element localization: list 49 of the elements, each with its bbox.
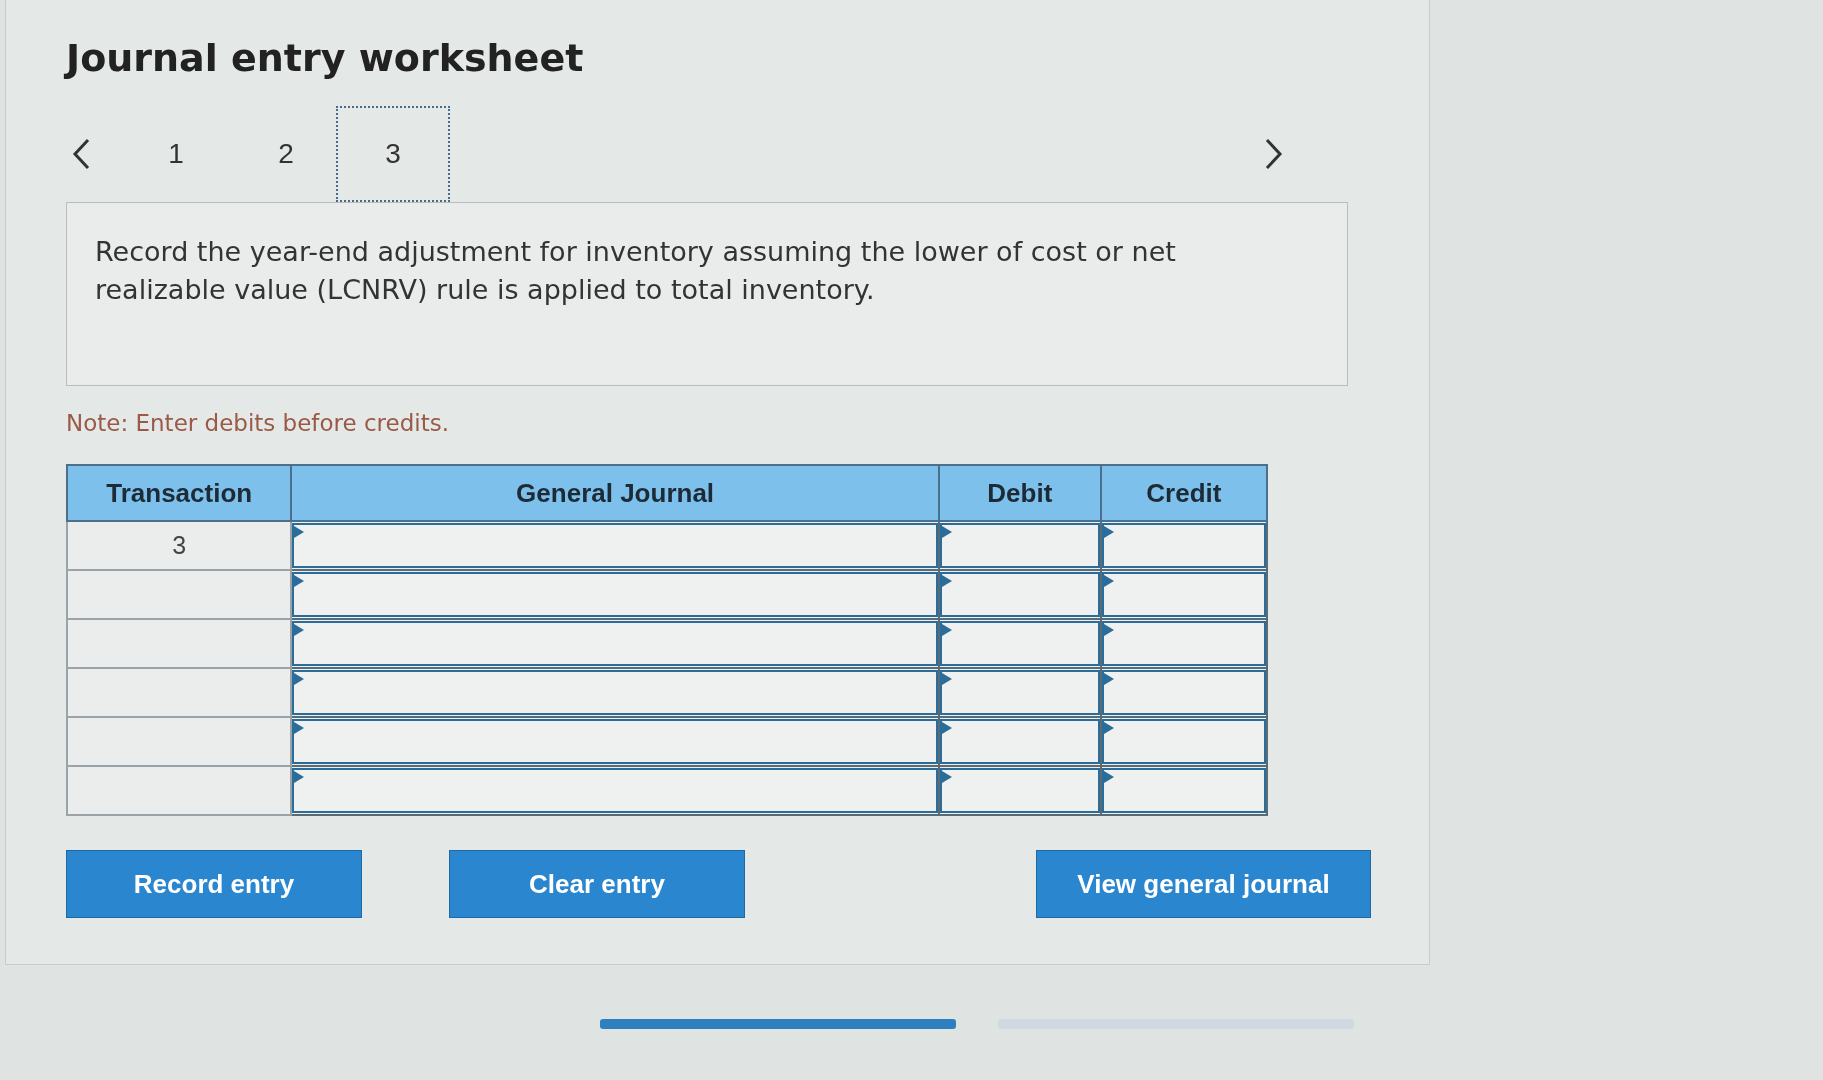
entry-field[interactable] <box>939 768 1100 813</box>
entry-field[interactable] <box>939 572 1100 617</box>
entry-field[interactable] <box>1101 572 1266 617</box>
cell-marker-icon <box>941 673 952 685</box>
entry-field[interactable] <box>939 621 1100 666</box>
note-text: Note: Enter debits before credits. <box>66 410 450 436</box>
step-tab[interactable]: 2 <box>256 106 316 202</box>
cell-marker-icon <box>294 526 305 538</box>
cell-marker-icon <box>294 771 305 783</box>
cell-marker-icon <box>941 722 952 734</box>
entry-field[interactable] <box>1101 523 1266 568</box>
step-tab[interactable]: 1 <box>146 106 206 202</box>
entry-field[interactable] <box>292 621 938 666</box>
cell-marker-icon <box>1103 673 1114 685</box>
entry-field[interactable] <box>1101 670 1266 715</box>
cell-marker-icon <box>294 624 305 636</box>
cell-marker-icon <box>941 526 952 538</box>
entry-field[interactable] <box>292 719 938 764</box>
entry-field[interactable] <box>292 523 938 568</box>
cell-marker-icon <box>1103 771 1114 783</box>
cell-marker-icon <box>1103 722 1114 734</box>
entry-field[interactable] <box>1101 768 1266 813</box>
column-header: Credit <box>1100 465 1267 521</box>
cell-marker-icon <box>941 575 952 587</box>
entry-field[interactable] <box>1101 719 1266 764</box>
action-button[interactable]: Record entry <box>66 850 362 918</box>
cell-marker-icon <box>941 771 952 783</box>
column-header: Debit <box>938 465 1101 521</box>
cell-marker-icon <box>1103 526 1114 538</box>
cell-marker-icon <box>1103 575 1114 587</box>
entry-field[interactable] <box>292 768 938 813</box>
entry-field[interactable] <box>939 719 1100 764</box>
column-header: Transaction <box>67 465 292 521</box>
transaction-cell: 3 <box>67 521 292 570</box>
cell-marker-icon <box>294 673 305 685</box>
entry-field[interactable] <box>292 670 938 715</box>
action-button[interactable]: View general journal <box>1036 850 1371 918</box>
question-text: Record the year-end adjustment for inventory assuming the lower of cost or net realizable value (LCNRV) rule is applied to total inventory. <box>95 235 1177 307</box>
entry-field[interactable] <box>1101 621 1266 666</box>
page-title: Journal entry worksheet <box>66 36 585 80</box>
entry-field[interactable] <box>939 523 1100 568</box>
action-button[interactable]: Clear entry <box>449 850 745 918</box>
cell-marker-icon <box>1103 624 1114 636</box>
entry-field[interactable] <box>939 670 1100 715</box>
cell-marker-icon <box>941 624 952 636</box>
cell-marker-icon <box>294 722 305 734</box>
entry-field[interactable] <box>292 572 938 617</box>
column-header: General Journal <box>291 465 939 521</box>
cell-marker-icon <box>294 575 305 587</box>
